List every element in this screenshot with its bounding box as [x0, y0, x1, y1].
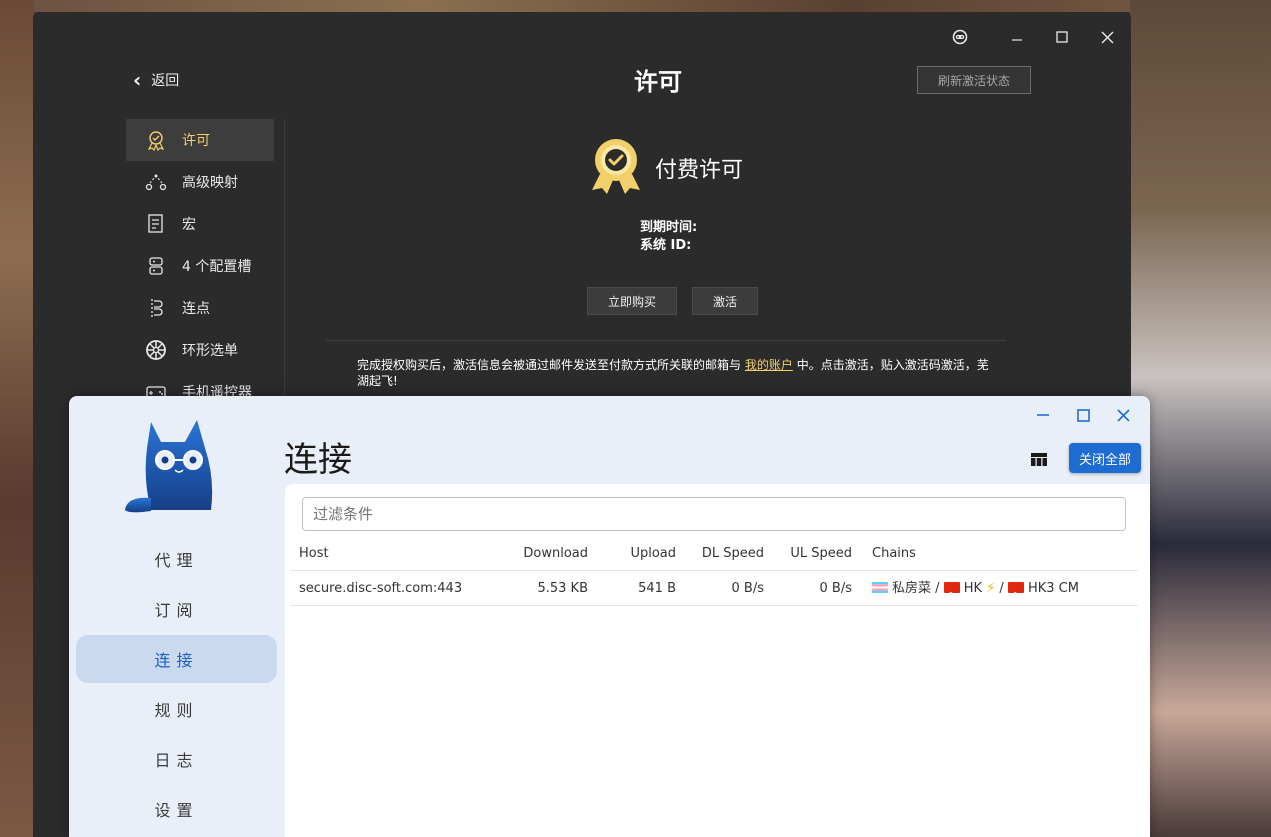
nav-proxies[interactable]: 代理: [76, 535, 277, 583]
sidebar-item-label: 环形选单: [182, 343, 238, 359]
close-icon[interactable]: [1108, 402, 1138, 428]
sidebar-item-label: 连点: [182, 301, 210, 317]
license-badge-icon: [588, 136, 644, 196]
hk-flag-icon: [943, 579, 960, 614]
cell-download: 5.53 KB: [537, 581, 588, 596]
back-button[interactable]: ‹ 返回: [133, 70, 179, 90]
license-sidebar: 许可 高级映射 宏 4 个配置槽 连点 环形选单 手机遥控器: [126, 119, 274, 413]
connections-panel: Host Download Upload DL Speed UL Speed C…: [285, 484, 1150, 837]
sidebar-item-advanced-mapping[interactable]: 高级映射: [126, 161, 274, 203]
header-upload[interactable]: Upload: [590, 536, 676, 571]
chain-separator: /: [935, 581, 940, 596]
nav-logs[interactable]: 日志: [76, 735, 277, 783]
sidebar-divider: [284, 119, 285, 409]
sidebar-item-license[interactable]: 许可: [126, 119, 274, 161]
minimize-icon[interactable]: [1002, 22, 1032, 52]
hk-flag-icon: [1007, 579, 1024, 614]
minimize-icon[interactable]: [1028, 402, 1058, 428]
sidebar-item-label: 宏: [182, 217, 196, 233]
chevron-left-icon: ‹: [133, 68, 142, 92]
cell-host: secure.disc-soft.com:443: [299, 581, 463, 596]
chain-2: HK: [963, 581, 982, 596]
radial-menu-icon: [144, 338, 168, 362]
page-title: 许可: [634, 68, 682, 96]
my-account-link[interactable]: 我的账户: [745, 358, 793, 372]
mapping-icon: [144, 170, 168, 194]
sidebar-item-turbo[interactable]: 连点: [126, 287, 274, 329]
header-download[interactable]: Download: [490, 536, 588, 571]
header-ul-speed[interactable]: UL Speed: [770, 536, 852, 571]
back-label: 返回: [151, 73, 180, 89]
desktop-wallpaper-left: [0, 0, 34, 837]
table-layout-icon[interactable]: [1026, 446, 1052, 472]
sidebar-item-label: 许可: [182, 133, 210, 149]
maximize-icon[interactable]: [1047, 22, 1077, 52]
divider: [326, 340, 1006, 341]
plan-title: 付费许可: [655, 158, 744, 183]
clash-window: 代理 订阅 连接 规则 日志 设置 连接 关闭全部 Host Download …: [69, 396, 1150, 837]
table-header: Host Download Upload DL Speed UL Speed C…: [290, 536, 1138, 571]
activate-button[interactable]: 激活: [692, 287, 758, 315]
chain-3: HK3 CM: [1027, 581, 1079, 596]
cell-upload: 541 B: [638, 581, 676, 596]
nav-profiles[interactable]: 订阅: [76, 585, 277, 633]
buy-now-button[interactable]: 立即购买: [587, 287, 677, 315]
nav-rules[interactable]: 规则: [76, 685, 277, 733]
close-icon[interactable]: [1092, 22, 1122, 52]
slots-icon: [144, 254, 168, 278]
expiry-label: 到期时间:: [640, 220, 698, 235]
desktop-wallpaper-right: [1130, 0, 1271, 837]
lightning-icon: ⚡: [986, 581, 996, 596]
header-dl-speed[interactable]: DL Speed: [680, 536, 764, 571]
turbo-icon: [144, 296, 168, 320]
macro-icon: [144, 212, 168, 236]
header-host[interactable]: Host: [299, 536, 329, 571]
cat-logo-icon: [117, 418, 221, 518]
table-row[interactable]: secure.disc-soft.com:443 5.53 KB 541 B 0…: [290, 571, 1138, 614]
page-title: 连接: [284, 440, 352, 480]
connections-table: Host Download Upload DL Speed UL Speed C…: [290, 536, 1138, 614]
cell-dl-speed: 0 B/s: [731, 581, 764, 596]
badge-icon: [144, 128, 168, 152]
sidebar-item-macro[interactable]: 宏: [126, 203, 274, 245]
license-info: 到期时间: 系统 ID:: [640, 219, 697, 255]
refresh-activation-button[interactable]: 刷新激活状态: [917, 66, 1031, 94]
note-prefix: 完成授权购买后，激活信息会被通过邮件发送至付款方式所关联的邮箱与: [357, 358, 742, 372]
maximize-icon[interactable]: [1068, 402, 1098, 428]
activation-note: 完成授权购买后，激活信息会被通过邮件发送至付款方式所关联的邮箱与 我的账户 中。…: [357, 357, 997, 389]
filter-input[interactable]: [302, 497, 1126, 531]
chain-separator: /: [999, 581, 1004, 596]
transgender-flag-icon: [872, 582, 888, 593]
nav-connections[interactable]: 连接: [76, 635, 277, 683]
clash-nav: 代理 订阅 连接 规则 日志 设置: [76, 535, 277, 835]
chain-1: 私房菜: [892, 581, 932, 596]
close-all-button[interactable]: 关闭全部: [1069, 443, 1141, 473]
sidebar-item-config-slots[interactable]: 4 个配置槽: [126, 245, 274, 287]
gamepad-icon[interactable]: [945, 22, 975, 52]
sidebar-item-label: 高级映射: [182, 175, 238, 191]
desktop-wallpaper-top: [0, 0, 1271, 12]
cell-chains: 私房菜 / HK ⚡ / HK3 CM: [872, 571, 1079, 614]
nav-settings[interactable]: 设置: [76, 785, 277, 833]
header-chains[interactable]: Chains: [872, 536, 916, 571]
system-id-label: 系统 ID:: [640, 238, 692, 253]
cell-ul-speed: 0 B/s: [819, 581, 852, 596]
sidebar-item-radial-menu[interactable]: 环形选单: [126, 329, 274, 371]
sidebar-item-label: 4 个配置槽: [182, 259, 252, 275]
